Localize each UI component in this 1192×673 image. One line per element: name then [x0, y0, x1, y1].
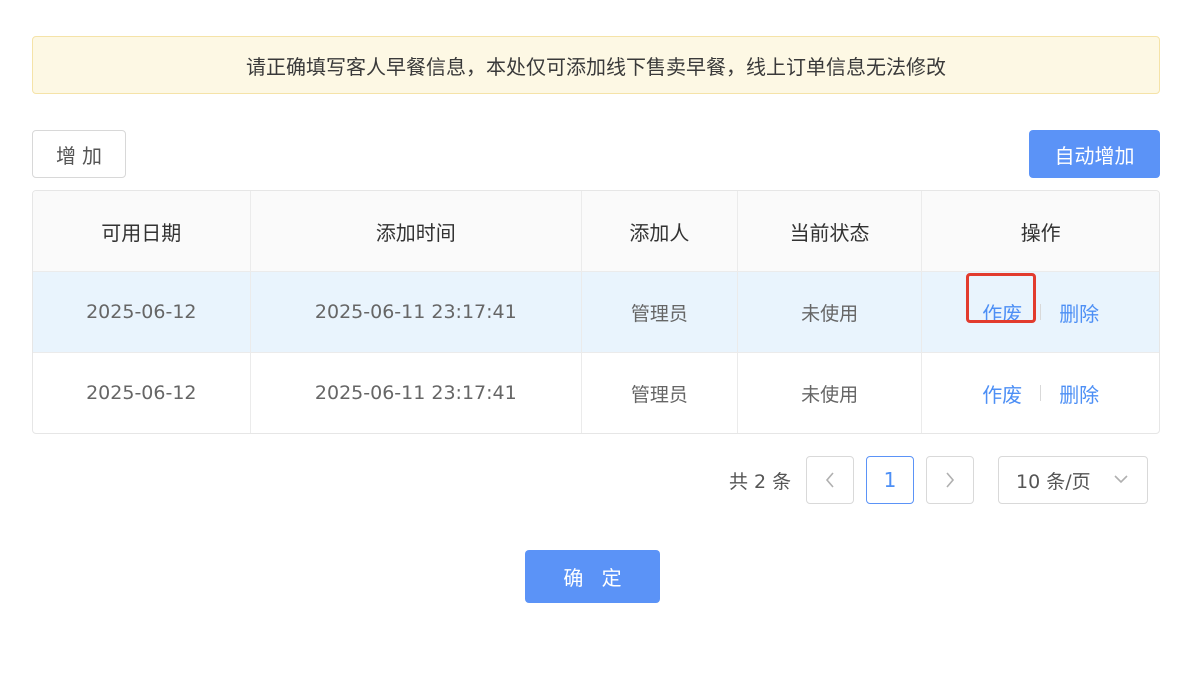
chevron-down-icon — [1114, 475, 1128, 484]
action-separator — [1040, 304, 1042, 320]
page-size-value: 10 条/页 — [1016, 470, 1091, 493]
cell-date: 2025-06-12 — [86, 382, 197, 404]
pagination-total: 共 2 条 — [729, 470, 792, 493]
delete-link[interactable]: 删除 — [1059, 298, 1099, 327]
confirm-button[interactable]: 确 定 — [525, 550, 660, 603]
breakfast-table: 可用日期 添加时间 添加人 当前状态 操作 2025-06-12 2025-06… — [32, 190, 1160, 434]
table-row: 2025-06-12 2025-06-11 23:17:41 管理员 未使用 作… — [33, 352, 1159, 433]
cell-added-by: 管理员 — [581, 272, 737, 352]
header-actions: 操作 — [921, 191, 1159, 271]
auto-add-button[interactable]: 自动增加 — [1029, 130, 1160, 178]
header-added-by: 添加人 — [581, 191, 737, 271]
header-added-time: 添加时间 — [249, 191, 581, 271]
void-link-label: 作废 — [982, 301, 1023, 326]
table-header-row: 可用日期 添加时间 添加人 当前状态 操作 — [33, 191, 1159, 271]
notice-banner: 请正确填写客人早餐信息，本处仅可添加线下售卖早餐，线上订单信息无法修改 — [32, 36, 1160, 94]
chevron-left-icon — [825, 472, 834, 488]
page-number-button[interactable]: 1 — [866, 456, 914, 504]
page-size-select[interactable]: 10 条/页 — [998, 456, 1148, 504]
cell-date: 2025-06-12 — [86, 301, 197, 323]
action-separator — [1040, 385, 1042, 401]
void-link[interactable]: 作废 — [982, 379, 1022, 408]
cell-actions: 作废 删除 — [921, 272, 1159, 352]
header-status: 当前状态 — [736, 191, 922, 271]
prev-page-button[interactable] — [806, 456, 854, 504]
cell-status: 未使用 — [736, 353, 922, 433]
table-row: 2025-06-12 2025-06-11 23:17:41 管理员 未使用 作… — [33, 271, 1159, 352]
cell-added-by: 管理员 — [581, 353, 737, 433]
cell-added-time: 2025-06-11 23:17:41 — [249, 353, 581, 433]
delete-link[interactable]: 删除 — [1059, 379, 1099, 408]
cell-actions: 作废 删除 — [921, 353, 1159, 433]
chevron-right-icon — [946, 472, 955, 488]
add-button[interactable]: 增加 — [32, 130, 126, 178]
next-page-button[interactable] — [926, 456, 974, 504]
notice-text: 请正确填写客人早餐信息，本处仅可添加线下售卖早餐，线上订单信息无法修改 — [246, 54, 946, 79]
header-available-date: 可用日期 — [101, 220, 182, 245]
cell-added-time: 2025-06-11 23:17:41 — [249, 272, 581, 352]
void-link[interactable]: 作废 — [966, 272, 1037, 327]
cell-status: 未使用 — [736, 272, 922, 352]
